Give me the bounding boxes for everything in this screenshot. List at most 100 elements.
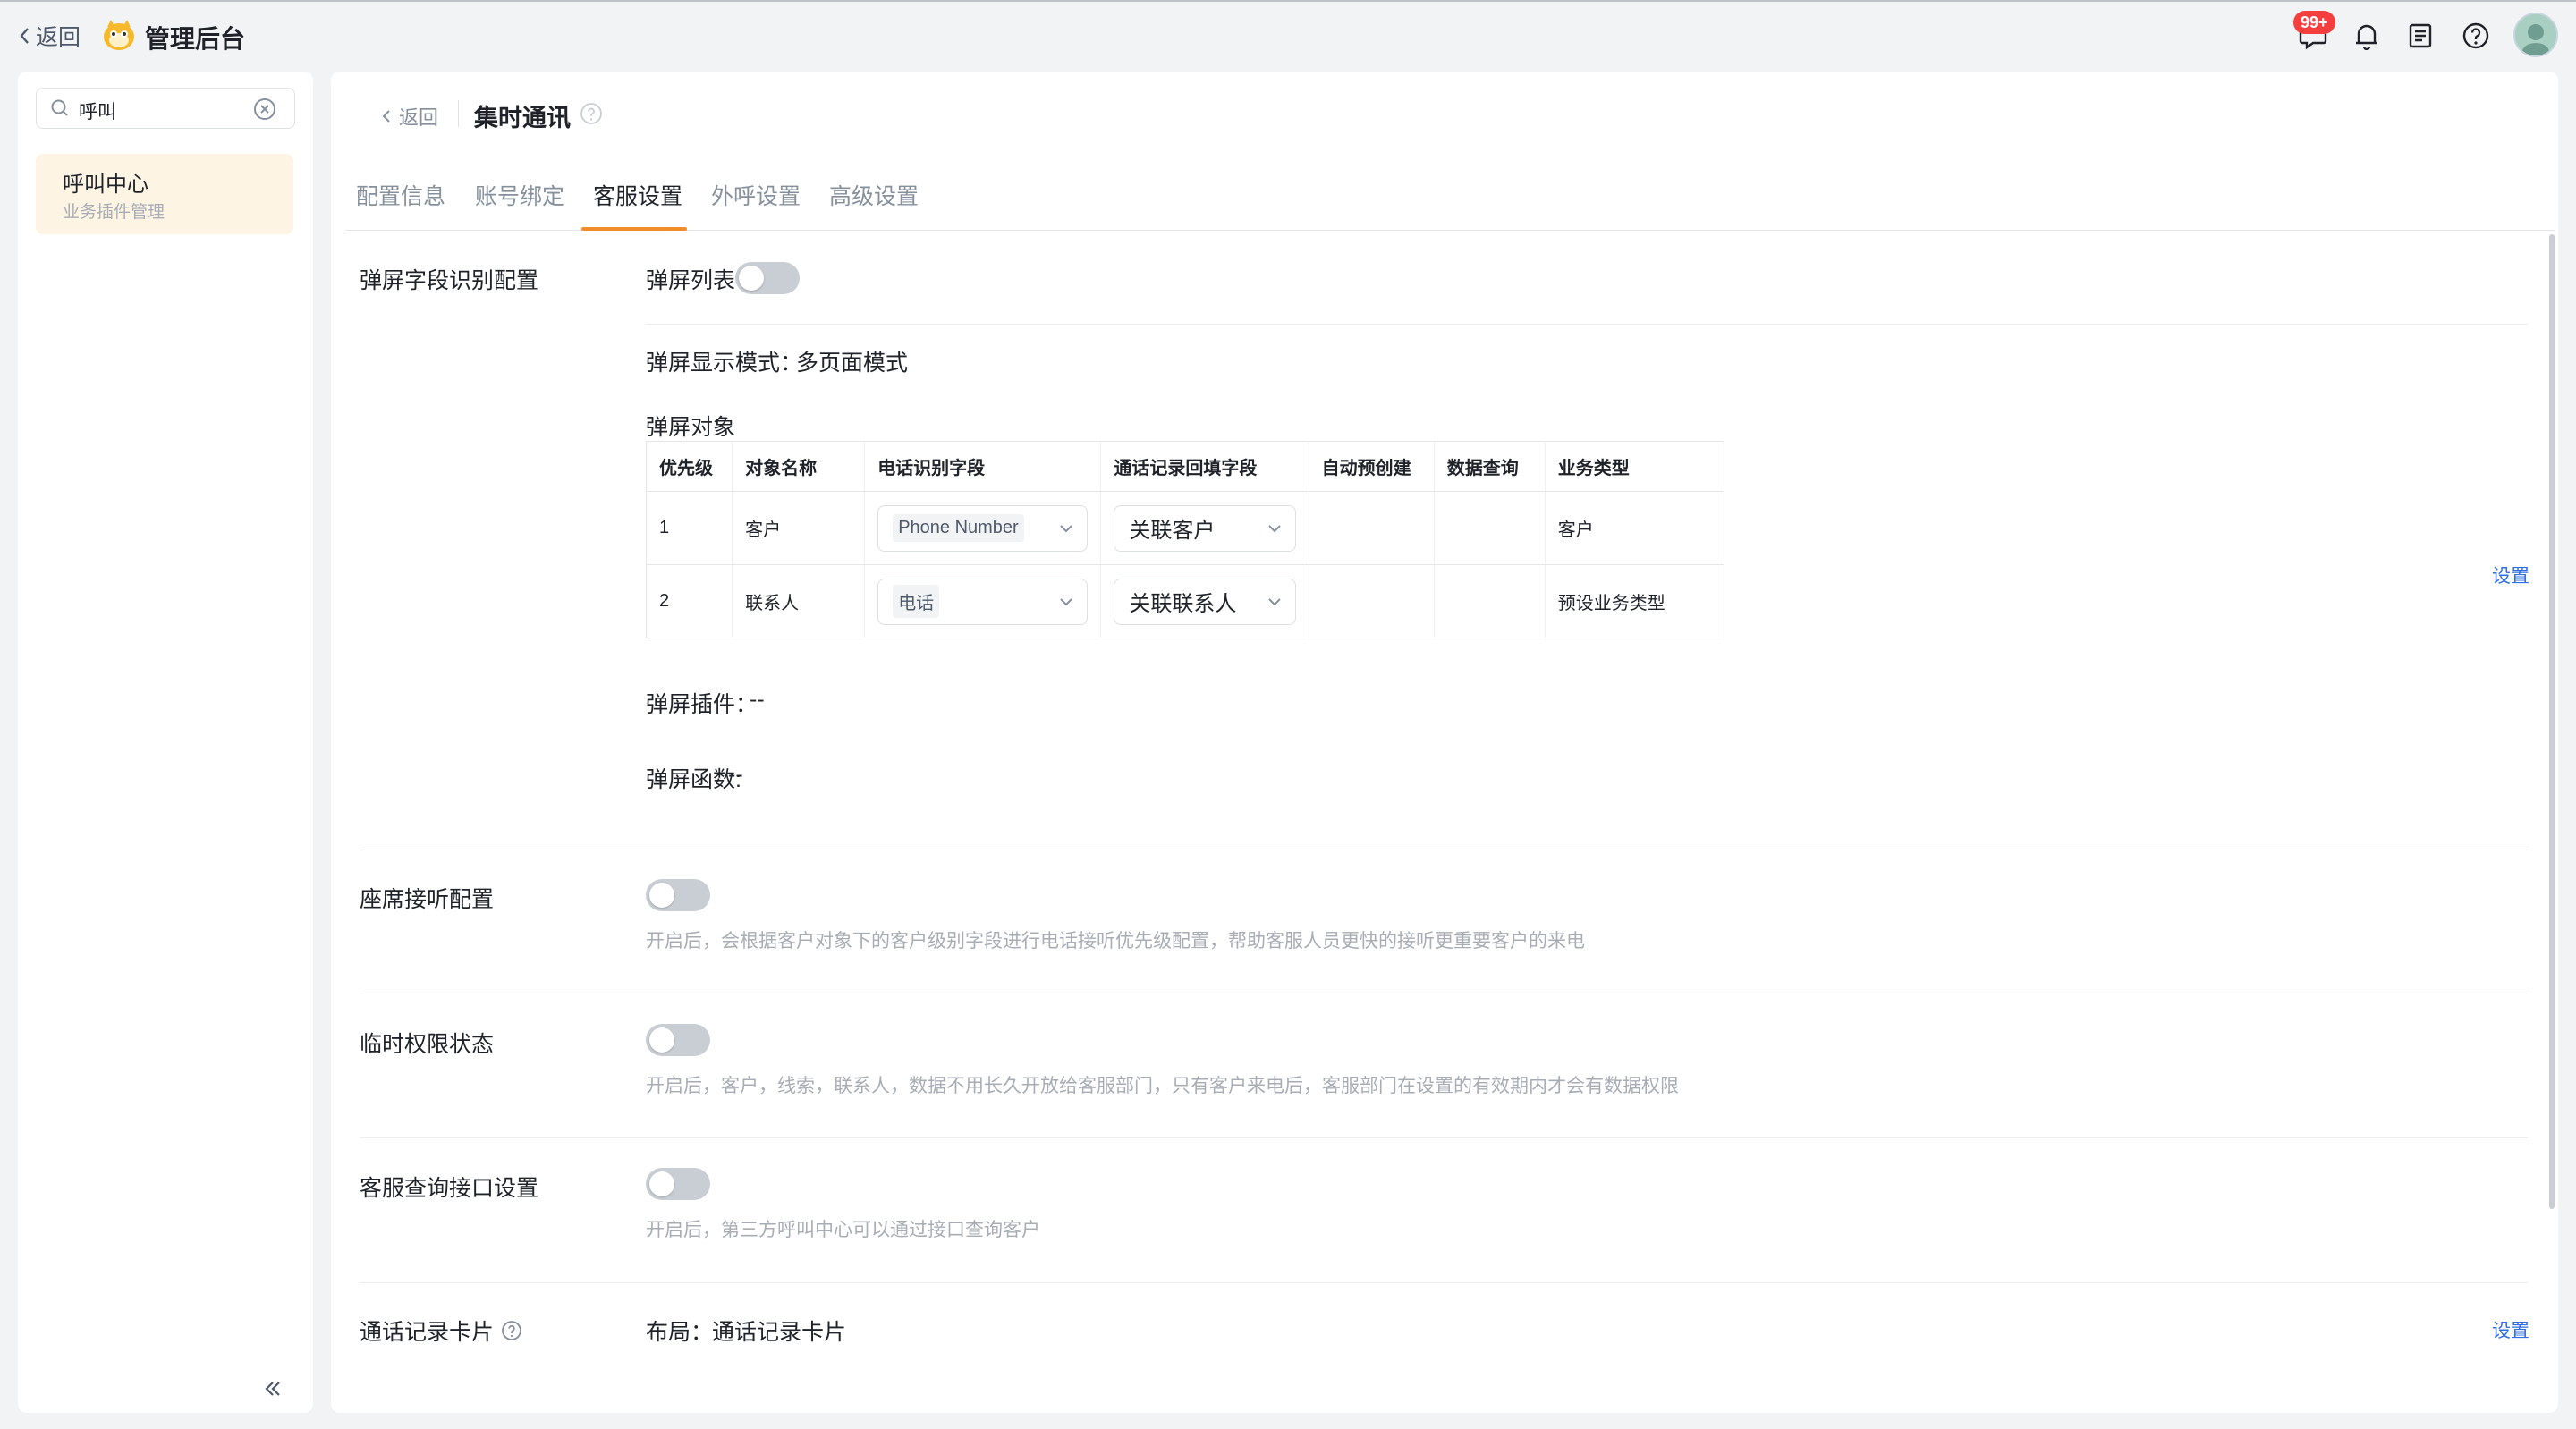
fill-field-value: 关联客户 [1129, 519, 1216, 543]
popup-function-label: 弹屏函数: [646, 767, 741, 792]
seat-config-toggle[interactable] [646, 879, 710, 911]
table-row: 2 联系人 电话 关联联系人 预设业务类型 [646, 564, 1725, 638]
breadcrumb-back-button[interactable]: 返回 [381, 102, 438, 131]
header-biz-type: 业务类型 [1545, 441, 1725, 492]
popup-plugin-label: 弹屏插件： [646, 692, 758, 717]
cell-object: 客户 [732, 491, 866, 565]
seat-config-hint: 开启后，会根据客户对象下的客户级别字段进行电话接听优先级配置，帮助客服人员更快的… [646, 931, 1585, 951]
divider [646, 324, 2528, 325]
sidebar-item-subtitle: 业务插件管理 [63, 203, 165, 222]
call-card-layout-value: 通话记录卡片 [712, 1320, 847, 1345]
cell-auto-create [1309, 564, 1435, 638]
clear-search-icon[interactable] [253, 97, 276, 121]
temp-permission-hint: 开启后，客户，线索，联系人，数据不用长久开放给客服部门，只有客户来电后，客服部门… [646, 1076, 1679, 1096]
bell-icon [2356, 24, 2377, 50]
popup-settings-link[interactable]: 设置 [2492, 562, 2529, 588]
header-priority: 优先级 [646, 441, 733, 492]
cell-data-query [1434, 564, 1546, 638]
section-label-seat: 座席接听配置 [360, 887, 495, 912]
cell-fill-field: 关联客户 [1100, 491, 1309, 565]
cell-data-query [1434, 491, 1546, 565]
chevron-down-icon [1267, 597, 1281, 605]
app-title: 管理后台 [145, 25, 246, 53]
help-button[interactable] [2458, 18, 2494, 54]
chevron-down-icon [1267, 524, 1281, 532]
page-title: 集时通讯 [474, 105, 571, 131]
call-card-layout-label: 布局： [646, 1320, 714, 1345]
notification-button[interactable] [2349, 18, 2385, 54]
user-avatar[interactable] [2513, 13, 2558, 57]
chevron-down-icon [1060, 597, 1073, 605]
sidebar-search-value: 呼叫 [79, 102, 116, 123]
table-header-row: 优先级 对象名称 电话识别字段 通话记录回填字段 自动预创建 数据查询 业务类型 [646, 441, 1725, 492]
document-icon [2409, 23, 2432, 48]
top-back-label: 返回 [36, 25, 81, 50]
chevron-left-icon [382, 110, 390, 123]
popup-list-toggle[interactable] [735, 262, 800, 294]
collapse-sidebar-icon[interactable] [263, 1379, 283, 1399]
fill-field-select[interactable]: 关联客户 [1114, 504, 1296, 552]
cell-phone-field: 电话 [864, 564, 1102, 638]
popup-object-table: 优先级 对象名称 电话识别字段 通话记录回填字段 自动预创建 数据查询 业务类型… [646, 441, 1725, 638]
tab-outbound-settings[interactable]: 外呼设置 [711, 179, 801, 211]
cell-fill-field: 关联联系人 [1100, 564, 1309, 638]
cell-priority: 1 [646, 491, 733, 565]
breadcrumb-back-label: 返回 [399, 106, 439, 129]
chevron-left-icon [20, 28, 29, 44]
cell-priority: 2 [646, 564, 733, 638]
tab-account-binding[interactable]: 账号绑定 [475, 179, 564, 211]
phone-field-select[interactable]: 电话 [877, 578, 1089, 625]
cell-biz-type: 预设业务类型 [1545, 564, 1725, 638]
popup-plugin-value: -- [750, 687, 765, 712]
header-data-query: 数据查询 [1434, 441, 1546, 492]
search-icon [51, 99, 68, 116]
cell-biz-type: 客户 [1545, 491, 1725, 565]
active-tab-indicator [581, 227, 687, 231]
header-fill-field: 通话记录回填字段 [1100, 441, 1309, 492]
phone-field-select[interactable]: Phone Number [877, 504, 1089, 552]
phone-field-value: 电话 [893, 585, 940, 618]
popup-list-label: 弹屏列表 [646, 268, 736, 293]
tab-service-settings[interactable]: 客服设置 [593, 179, 682, 211]
sidebar-item-label: 呼叫中心 [63, 173, 148, 197]
fill-field-select[interactable]: 关联联系人 [1114, 578, 1296, 625]
temp-permission-toggle[interactable] [646, 1024, 710, 1056]
query-api-toggle[interactable] [646, 1168, 710, 1200]
section-label-query-api: 客服查询接口设置 [360, 1176, 539, 1201]
breadcrumb-divider [458, 100, 459, 127]
phone-field-value: Phone Number [893, 514, 1024, 542]
top-bar [0, 0, 2576, 72]
fill-field-value: 关联联系人 [1129, 592, 1237, 616]
app-logo-icon [100, 16, 138, 54]
cell-auto-create [1309, 491, 1435, 565]
tab-advanced-settings[interactable]: 高级设置 [829, 179, 919, 211]
section-label-call-card: 通话记录卡片 [360, 1320, 495, 1345]
header-phone-field: 电话识别字段 [864, 441, 1102, 492]
popup-mode-value: 多页面模式 [796, 351, 909, 376]
popup-mode-label: 弹屏显示模式： [646, 351, 803, 376]
cell-object: 联系人 [732, 564, 866, 638]
chevron-down-icon [1060, 524, 1073, 532]
divider [360, 1282, 2528, 1283]
header-auto-create: 自动预创建 [1309, 441, 1435, 492]
section-label-call-card-wrap: 通话记录卡片 [360, 1315, 522, 1347]
help-circle-icon[interactable] [501, 1320, 522, 1341]
section-label-popup: 弹屏字段识别配置 [360, 268, 539, 293]
help-circle-icon[interactable] [580, 102, 603, 125]
scrollbar[interactable] [2549, 234, 2555, 1209]
popup-object-label: 弹屏对象 [646, 415, 736, 440]
help-icon [2462, 22, 2489, 49]
cell-phone-field: Phone Number [864, 491, 1102, 565]
header-object-name: 对象名称 [732, 441, 866, 492]
section-label-temp-permission: 临时权限状态 [360, 1032, 495, 1057]
notification-badge: 99+ [2293, 11, 2335, 34]
divider [360, 1137, 2528, 1138]
tab-config-info[interactable]: 配置信息 [356, 179, 445, 211]
sidebar [18, 72, 313, 1413]
top-back-button[interactable]: 返回 [18, 20, 80, 52]
popup-function-value: -- [728, 762, 743, 787]
document-button[interactable] [2402, 18, 2438, 54]
table-row: 1 客户 Phone Number 关联客户 客户 [646, 491, 1725, 565]
query-api-hint: 开启后，第三方呼叫中心可以通过接口查询客户 [646, 1220, 1040, 1240]
call-card-settings-link[interactable]: 设置 [2492, 1316, 2529, 1343]
